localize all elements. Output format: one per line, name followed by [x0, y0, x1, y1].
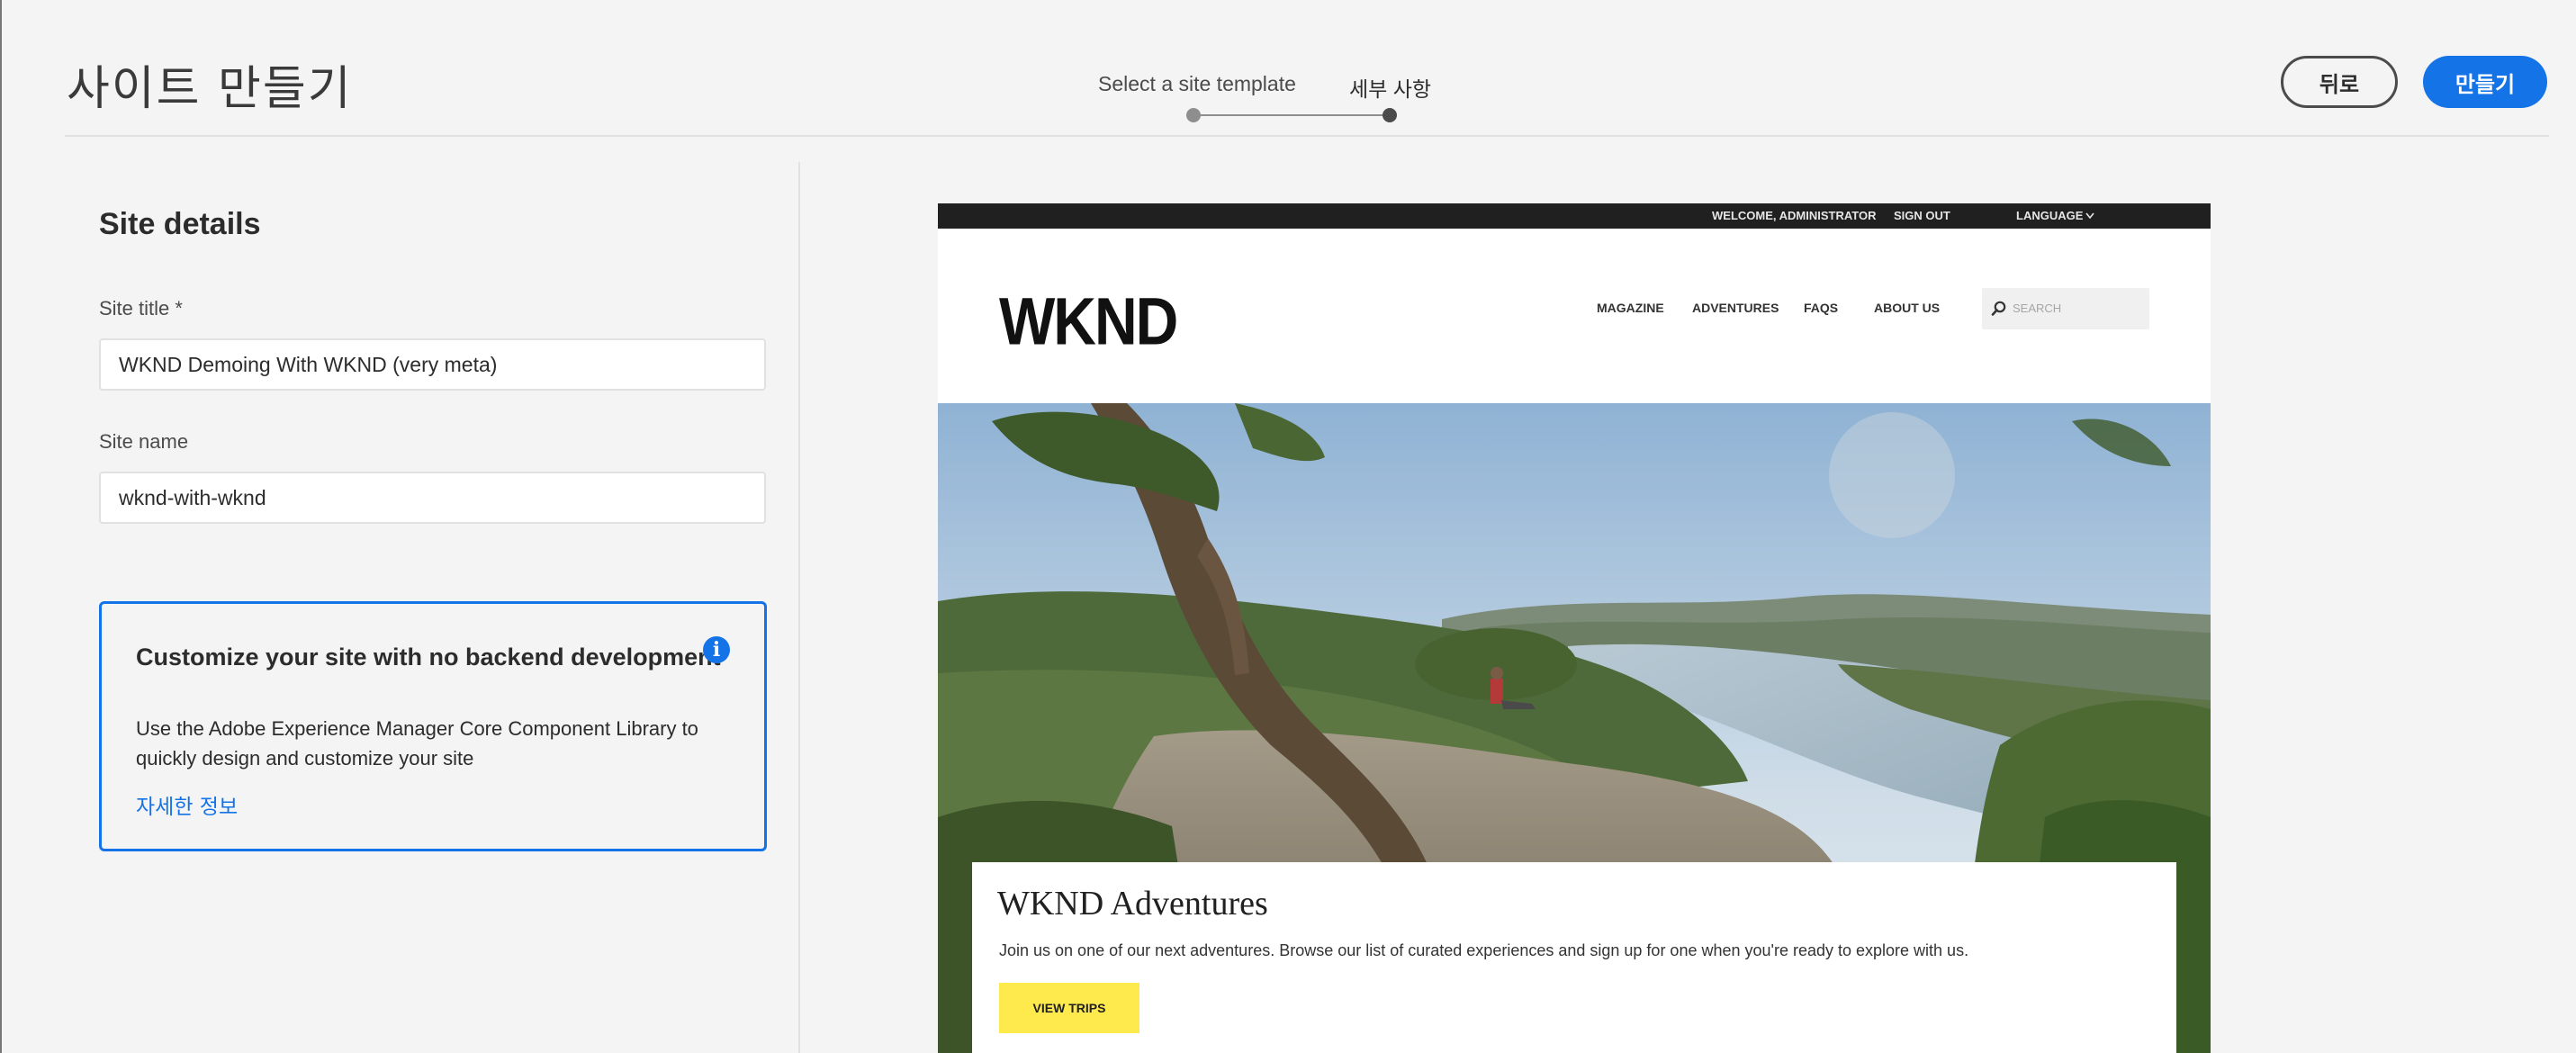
preview-search-box: SEARCH [1982, 288, 2149, 329]
preview-nav-faqs: FAQS [1804, 301, 1839, 315]
step-dot-details [1383, 108, 1397, 122]
info-card: Customize your site with no backend deve… [99, 601, 767, 851]
preview-view-trips-button: VIEW TRIPS [999, 983, 1139, 1033]
create-button[interactable]: 만들기 [2423, 56, 2547, 108]
header-divider [65, 135, 2549, 137]
info-icon: i [703, 636, 730, 663]
preview-hero-card: WKND Adventures Join us on one of our ne… [972, 862, 2176, 1053]
preview-nav-about-us: ABOUT US [1874, 301, 1941, 315]
step-label-template: Select a site template [1098, 72, 1296, 95]
preview-signout-link: SIGN OUT [1894, 209, 1950, 222]
wizard-stepper: Select a site template 세부 사항 [1089, 67, 1467, 130]
site-name-label: Site name [99, 430, 189, 453]
learn-more-link[interactable]: 자세한 정보 [136, 789, 238, 820]
page-header: 사이트 만들기 Select a site template 세부 사항 뒤로 … [0, 0, 2576, 137]
preview-welcome-text: WELCOME, ADMINISTRATOR [1712, 209, 1877, 222]
preview-hero-title: WKND Adventures [997, 885, 1268, 922]
preview-nav-magazine: MAGAZINE [1597, 301, 1664, 315]
site-details-heading: Site details [99, 207, 261, 241]
site-name-input[interactable]: wknd-with-wknd [99, 472, 766, 524]
preview-top-bar: WELCOME, ADMINISTRATOR SIGN OUT LANGUAGE [938, 203, 2211, 229]
preview-logo: WKND [999, 284, 1178, 358]
step-dot-template[interactable] [1186, 108, 1201, 122]
info-card-title: Customize your site with no backend deve… [136, 644, 721, 670]
preview-search-placeholder: SEARCH [2013, 302, 2062, 315]
search-icon [1991, 301, 2006, 316]
step-label-details: 세부 사항 [1349, 77, 1432, 101]
step-connector [1199, 114, 1384, 116]
site-title-input[interactable]: WKND Demoing With WKND (very meta) [99, 338, 766, 391]
site-title-label: Site title * [99, 297, 183, 320]
template-preview: WELCOME, ADMINISTRATOR SIGN OUT LANGUAGE… [938, 203, 2211, 1053]
panel-divider [798, 162, 800, 1053]
preview-nav-adventures: ADVENTURES [1692, 301, 1779, 315]
page-title: 사이트 만들기 [67, 62, 353, 116]
preview-language-menu: LANGUAGE [2016, 209, 2084, 222]
back-button[interactable]: 뒤로 [2281, 56, 2398, 108]
window-edge [0, 0, 2, 1053]
preview-hero-text: Join us on one of our next adventures. B… [999, 941, 1969, 959]
chevron-down-icon [2085, 212, 2094, 220]
info-card-body: Use the Adobe Experience Manager Core Co… [136, 717, 698, 770]
